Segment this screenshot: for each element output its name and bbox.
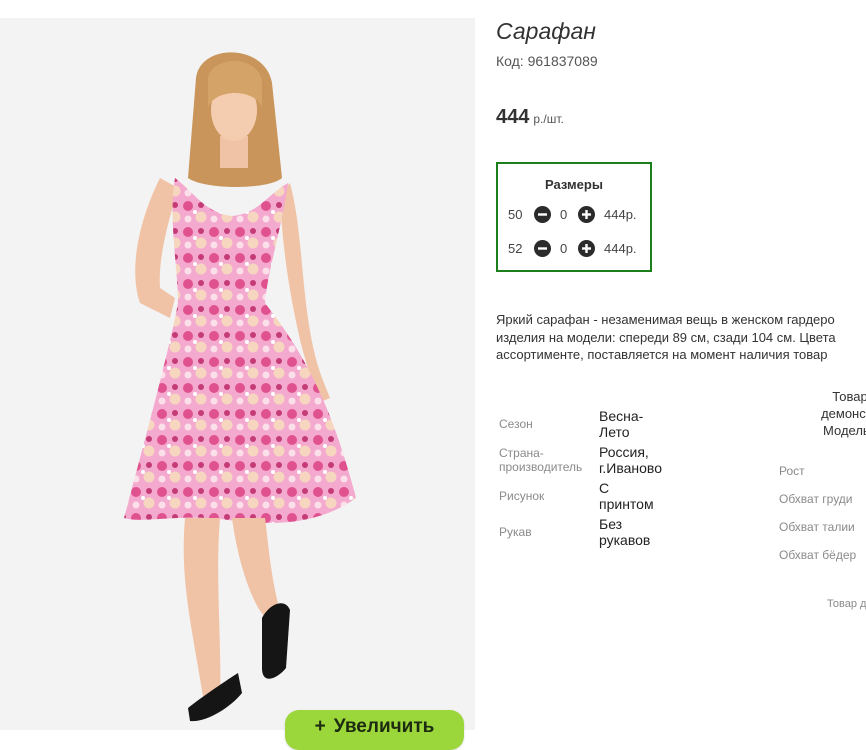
- product-title: Сарафан: [496, 18, 596, 44]
- product-description: Яркий сарафан - незаменимая вещь в женск…: [496, 311, 866, 369]
- size-sum: 444р.: [604, 241, 637, 256]
- plus-icon: +: [314, 716, 326, 737]
- model-heading: Товар демонстр Модель I: [821, 389, 866, 438]
- sizes-box: Размеры 50 0 444р. 52 0 444р.: [496, 162, 652, 272]
- size-number: 50: [508, 207, 523, 222]
- product-photo[interactable]: [0, 18, 475, 730]
- property-value: Весна- Лето: [599, 408, 644, 440]
- plus-circle-icon[interactable]: [578, 240, 595, 257]
- property-value: Спринтом: [599, 480, 654, 512]
- size-number: 52: [508, 241, 523, 256]
- sizes-title: Размеры: [545, 177, 603, 192]
- model-note: Товар д: [827, 598, 866, 610]
- description-line: изделия на модели: спереди 89 см, сзади …: [496, 329, 836, 345]
- plus-circle-icon[interactable]: [578, 206, 595, 223]
- product-code: Код: 961837089: [496, 53, 598, 69]
- measure-label: Рост: [779, 464, 805, 478]
- zoom-label: Увеличить: [333, 716, 435, 737]
- measure-label: Обхват бёдер: [779, 548, 857, 562]
- size-sum: 444р.: [604, 207, 637, 222]
- property-value: Без рукавов: [599, 516, 651, 548]
- zoom-button[interactable]: + Увеличить: [285, 710, 464, 750]
- price-amount: 444: [496, 106, 530, 128]
- measure-label: Обхват груди: [779, 492, 853, 506]
- product-price: 444 р./шт.: [496, 106, 564, 129]
- price-unit: р./шт.: [533, 112, 564, 126]
- description-line: Яркий сарафан - незаменимая вещь в женск…: [496, 312, 835, 327]
- property-value: Россия, г.Иваново: [599, 444, 662, 476]
- property-label: Страна-производитель: [499, 446, 583, 474]
- minus-circle-icon[interactable]: [534, 206, 551, 223]
- minus-circle-icon[interactable]: [534, 240, 551, 257]
- measure-label: Обхват талии: [779, 520, 855, 534]
- quantity-value: 0: [560, 241, 568, 256]
- property-label: Рукав: [499, 525, 532, 539]
- property-label: Рисунок: [499, 489, 545, 503]
- quantity-value: 0: [560, 207, 568, 222]
- size-row-50: 50 0 444р.: [498, 204, 650, 226]
- size-row-52: 52 0 444р.: [498, 238, 650, 260]
- property-label: Сезон: [499, 417, 533, 431]
- description-line: ассортименте, поставляется на момент нал…: [496, 347, 828, 362]
- product-image-panel[interactable]: [0, 18, 475, 730]
